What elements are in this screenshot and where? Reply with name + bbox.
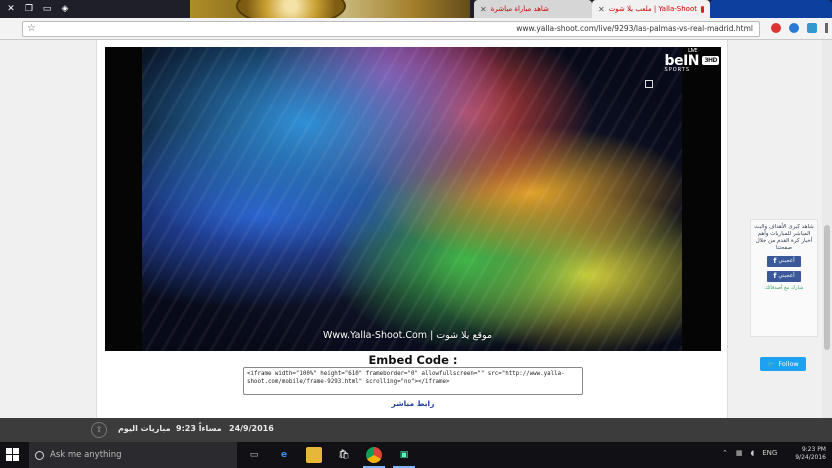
twitter-icon: 🐦 (767, 360, 776, 368)
embed-code-field[interactable]: <iframe width="100%" height="610" frameb… (243, 367, 583, 395)
windows-taskbar: Ask me anything ▭ e 🛍 ▣ ⌃ ▦ ◖ ENG 9:23 P… (0, 442, 832, 468)
bein-sports-logo: beIN LIVE 3HD SPORTS (664, 48, 719, 73)
matches-today-link[interactable]: مباريات اليوم (118, 424, 171, 433)
taskbar-search[interactable]: Ask me anything (29, 442, 237, 468)
edge-icon[interactable]: e (276, 447, 292, 463)
screen: ✕ ❐ ▭ ◈ ✕ شاهد مباراة مباشرة ✕ ملعب يلا … (0, 0, 832, 468)
embed-code-title: Embed Code : (368, 353, 458, 367)
windows-start-icon[interactable] (6, 448, 20, 462)
chrome-icon[interactable] (366, 447, 382, 463)
social-widget: شاهد كبرى الأهداف والبث المباشر للمباريا… (750, 219, 818, 337)
address-bar-row: ☆ www.yalla-shoot.com/live/9293/las-palm… (0, 18, 832, 40)
tab-close-icon[interactable]: ✕ (480, 5, 487, 14)
page-icon[interactable]: ▭ (40, 2, 54, 16)
network-icon[interactable]: ▦ (736, 449, 743, 457)
cast-icon[interactable] (807, 23, 817, 33)
video-watermark: Www.Yalla-Shoot.Com | موقع يلا شوت (323, 330, 493, 341)
web-page: beIN LIVE 3HD SPORTS Www.Yalla-Shoot.Com… (0, 40, 832, 418)
system-tray: ⌃ ▦ ◖ ENG (722, 449, 777, 457)
browser-tab-bar: ✕ ❐ ▭ ◈ ✕ شاهد مباراة مباشرة ✕ ملعب يلا … (0, 0, 832, 18)
facebook-like-button[interactable]: f أعجبني (767, 256, 801, 267)
youtube-icon (700, 5, 704, 13)
cortana-icon (35, 450, 44, 460)
tab-other[interactable] (710, 0, 832, 18)
app-icon[interactable]: ▣ (396, 447, 412, 463)
task-view-icon[interactable]: ▭ (246, 447, 262, 463)
site-bottom-bar: ⇧ مباريات اليوم 9:23 مساءاً 24/9/2016 (0, 418, 832, 442)
volume-icon[interactable]: ◖ (751, 449, 755, 457)
live-link[interactable]: رابط مباشر (97, 399, 729, 408)
bookmark-star-icon[interactable]: ☆ (27, 23, 36, 34)
widget-blurb: شاهد كبرى الأهداف والبث المباشر للمباريا… (754, 224, 814, 251)
window-controls: ✕ ❐ ▭ ◈ (4, 2, 72, 16)
tab-close-icon[interactable]: ✕ (598, 5, 605, 14)
main-content: beIN LIVE 3HD SPORTS Www.Yalla-Shoot.Com… (96, 40, 728, 418)
current-date: 24/9/2016 (229, 424, 274, 433)
club-emblem-logo (236, 0, 346, 18)
shield-icon[interactable]: ◈ (58, 2, 72, 16)
twitter-follow-button[interactable]: 🐦 Follow (760, 357, 806, 371)
video-overlay (142, 47, 682, 351)
video-player[interactable]: beIN LIVE 3HD SPORTS Www.Yalla-Shoot.Com… (105, 47, 721, 351)
toolbar-icons (771, 23, 828, 33)
scrollbar-thumb[interactable] (824, 225, 830, 350)
language-indicator[interactable]: ENG (762, 449, 777, 457)
copy-icon[interactable]: ❐ (22, 2, 36, 16)
facebook-like-button-2[interactable]: f أعجبني (767, 271, 801, 282)
tab-match-page[interactable]: ✕ شاهد مباراة مباشرة (474, 0, 592, 18)
file-explorer-icon[interactable] (306, 447, 322, 463)
close-icon[interactable]: ✕ (4, 2, 18, 16)
ublock-icon[interactable] (771, 23, 781, 33)
address-bar[interactable]: ☆ www.yalla-shoot.com/live/9293/las-palm… (22, 21, 760, 37)
menu-icon[interactable] (825, 23, 828, 33)
page-scrollbar[interactable] (822, 40, 832, 418)
widget-share-text: شارك مع أصدقائك (764, 285, 804, 291)
show-hidden-icon[interactable]: ⌃ (722, 449, 728, 457)
scroll-top-icon[interactable]: ⇧ (91, 422, 107, 438)
facebook-icon: f (773, 272, 777, 280)
facebook-icon: f (773, 257, 777, 265)
system-clock[interactable]: 9:23 PM 9/24/2016 (795, 446, 826, 462)
extension-icon[interactable] (789, 23, 799, 33)
store-icon[interactable]: 🛍 (336, 447, 352, 463)
current-time: 9:23 مساءاً (176, 424, 222, 433)
tab-youtube-live[interactable]: ✕ ملعب يلا شوت | Yalla-Shoot (592, 0, 710, 18)
fullscreen-icon[interactable] (645, 80, 653, 88)
url-text: www.yalla-shoot.com/live/9293/las-palmas… (516, 24, 753, 33)
